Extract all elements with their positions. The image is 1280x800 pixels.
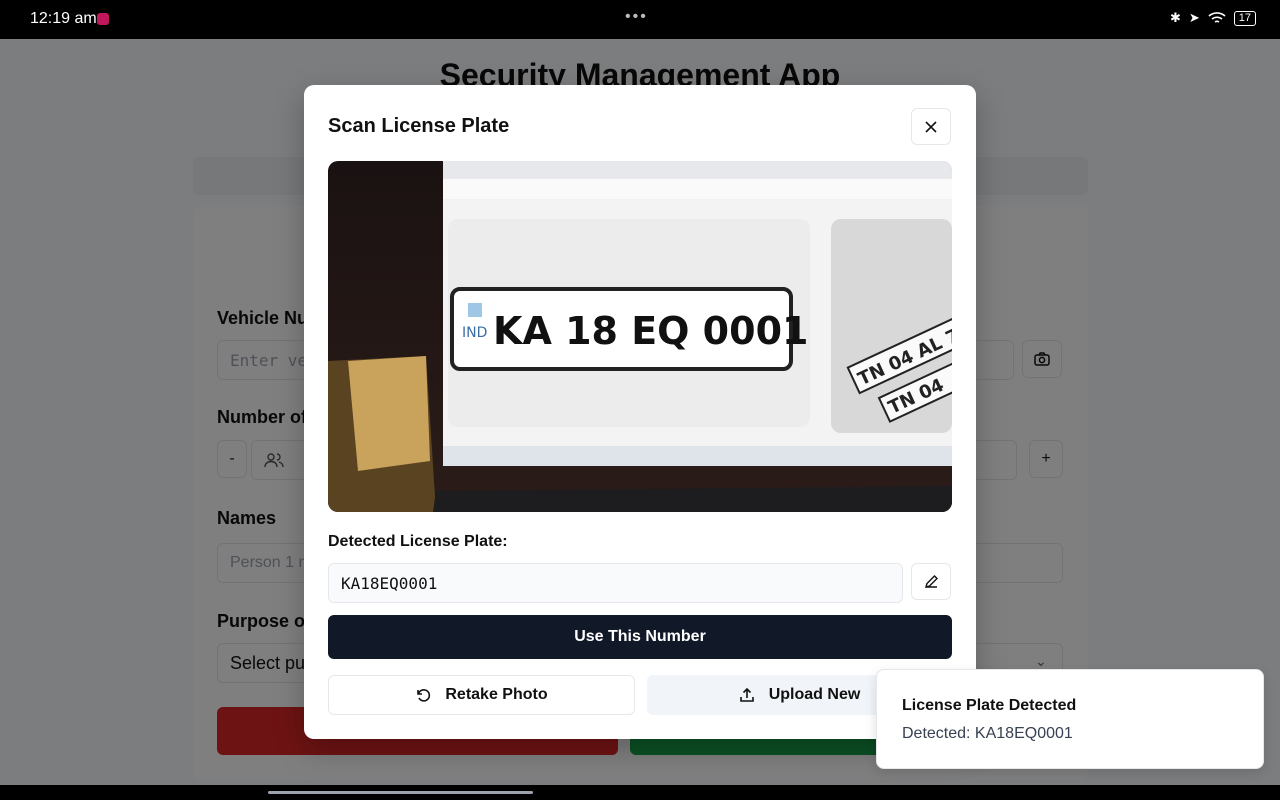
plate-photo-illustration: IND KA 18 EQ 0001 TN 04 AL 7 TN 04 [328,161,952,512]
toast-description: Detected: KA18EQ0001 [902,725,1073,742]
notification-app-icon [97,13,109,25]
close-icon [925,120,937,133]
dialog-title: Scan License Plate [328,115,510,137]
wifi-icon [1208,12,1226,23]
close-button[interactable] [911,108,951,145]
upload-icon [739,687,754,702]
captured-photo: IND KA 18 EQ 0001 TN 04 AL 7 TN 04 [328,161,952,512]
edit-button[interactable] [911,563,951,600]
more-dots-icon: ••• [625,8,648,25]
location-icon: ➤ [1188,10,1200,25]
home-handle[interactable] [268,791,533,794]
retake-photo-button[interactable]: Retake Photo [328,675,635,715]
status-bar: 12:19 am ••• ✱ ➤ 17 [0,0,1280,39]
plate-country-text: IND [462,325,487,341]
use-this-number-button[interactable]: Use This Number [328,615,952,659]
battery-icon: 17 [1233,10,1256,26]
detected-plate-label: Detected License Plate: [328,533,508,550]
retake-photo-label: Retake Photo [445,686,548,703]
detected-plate-input[interactable]: KA18EQ0001 [328,563,903,603]
plate-text: KA 18 EQ 0001 [493,309,808,353]
upload-new-label: Upload New [768,686,861,703]
rotate-ccw-icon [417,689,431,702]
status-icons: ✱ ➤ 17 [1170,10,1256,26]
bluetooth-icon: ✱ [1169,10,1181,25]
navigation-bar [0,785,1280,800]
toast-title: License Plate Detected [902,697,1077,714]
status-time: 12:19 am [30,10,97,27]
toast-notification[interactable]: License Plate Detected Detected: KA18EQ0… [876,669,1264,769]
pencil-icon [924,575,938,589]
scan-license-plate-dialog: Scan License Plate IND KA 18 EQ 0001 TN … [304,85,976,739]
